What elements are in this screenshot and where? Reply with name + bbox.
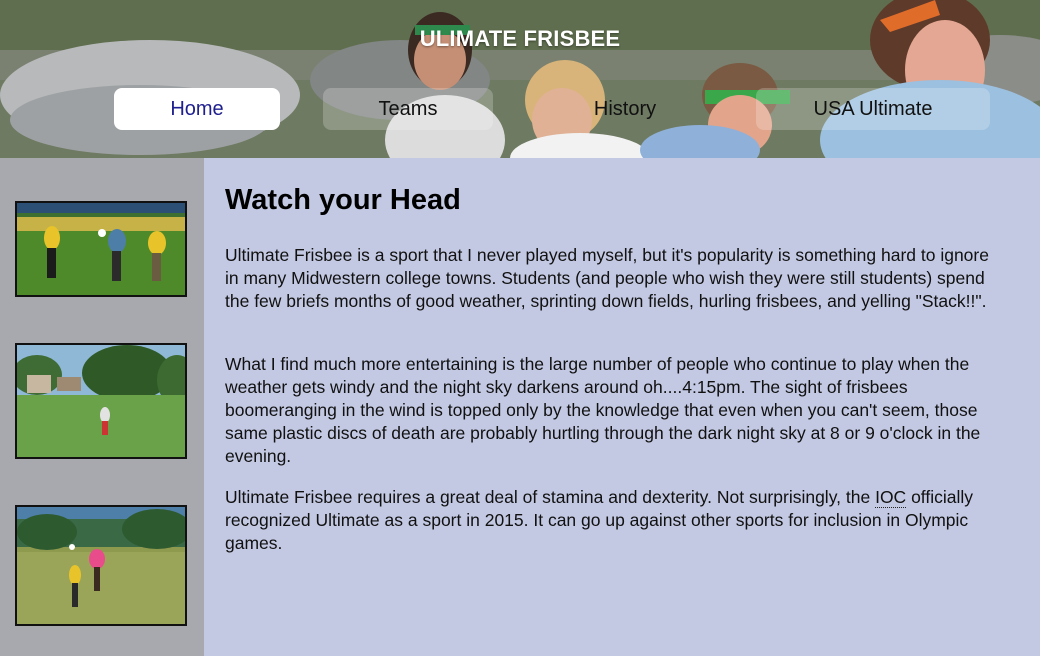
paragraph-2: What I find much more entertaining is th… [225,354,981,466]
nav-history[interactable]: History [540,88,710,130]
ioc-abbreviation[interactable]: IOC [875,487,907,508]
sidebar [0,158,204,656]
main-content: Watch your Head Ultimate Frisbee is a sp… [204,158,1040,656]
article-title: Watch your Head [225,184,461,216]
nav-home[interactable]: Home [114,88,280,130]
paragraph-1: Ultimate Frisbee is a sport that I never… [225,245,989,311]
paragraph-3-start: Ultimate Frisbee requires a great deal o… [225,487,876,507]
site-title: ULIMATE FRISBEE [419,26,621,51]
header-banner: ULIMATE FRISBEE Home Teams History USA U… [0,0,1040,158]
main-nav: Home Teams History USA Ultimate [0,88,1040,130]
nav-teams[interactable]: Teams [323,88,493,130]
thumbnail-image-2[interactable] [15,343,187,459]
thumbnail-image-1[interactable] [15,201,187,297]
thumbnail-image-3[interactable] [15,505,187,626]
page: ULIMATE FRISBEE Home Teams History USA U… [0,0,1040,656]
header-photo [0,0,1040,158]
paragraph-3: Ultimate Frisbee requires a great deal o… [225,486,1005,555]
nav-usa-ultimate[interactable]: USA Ultimate [756,88,990,130]
